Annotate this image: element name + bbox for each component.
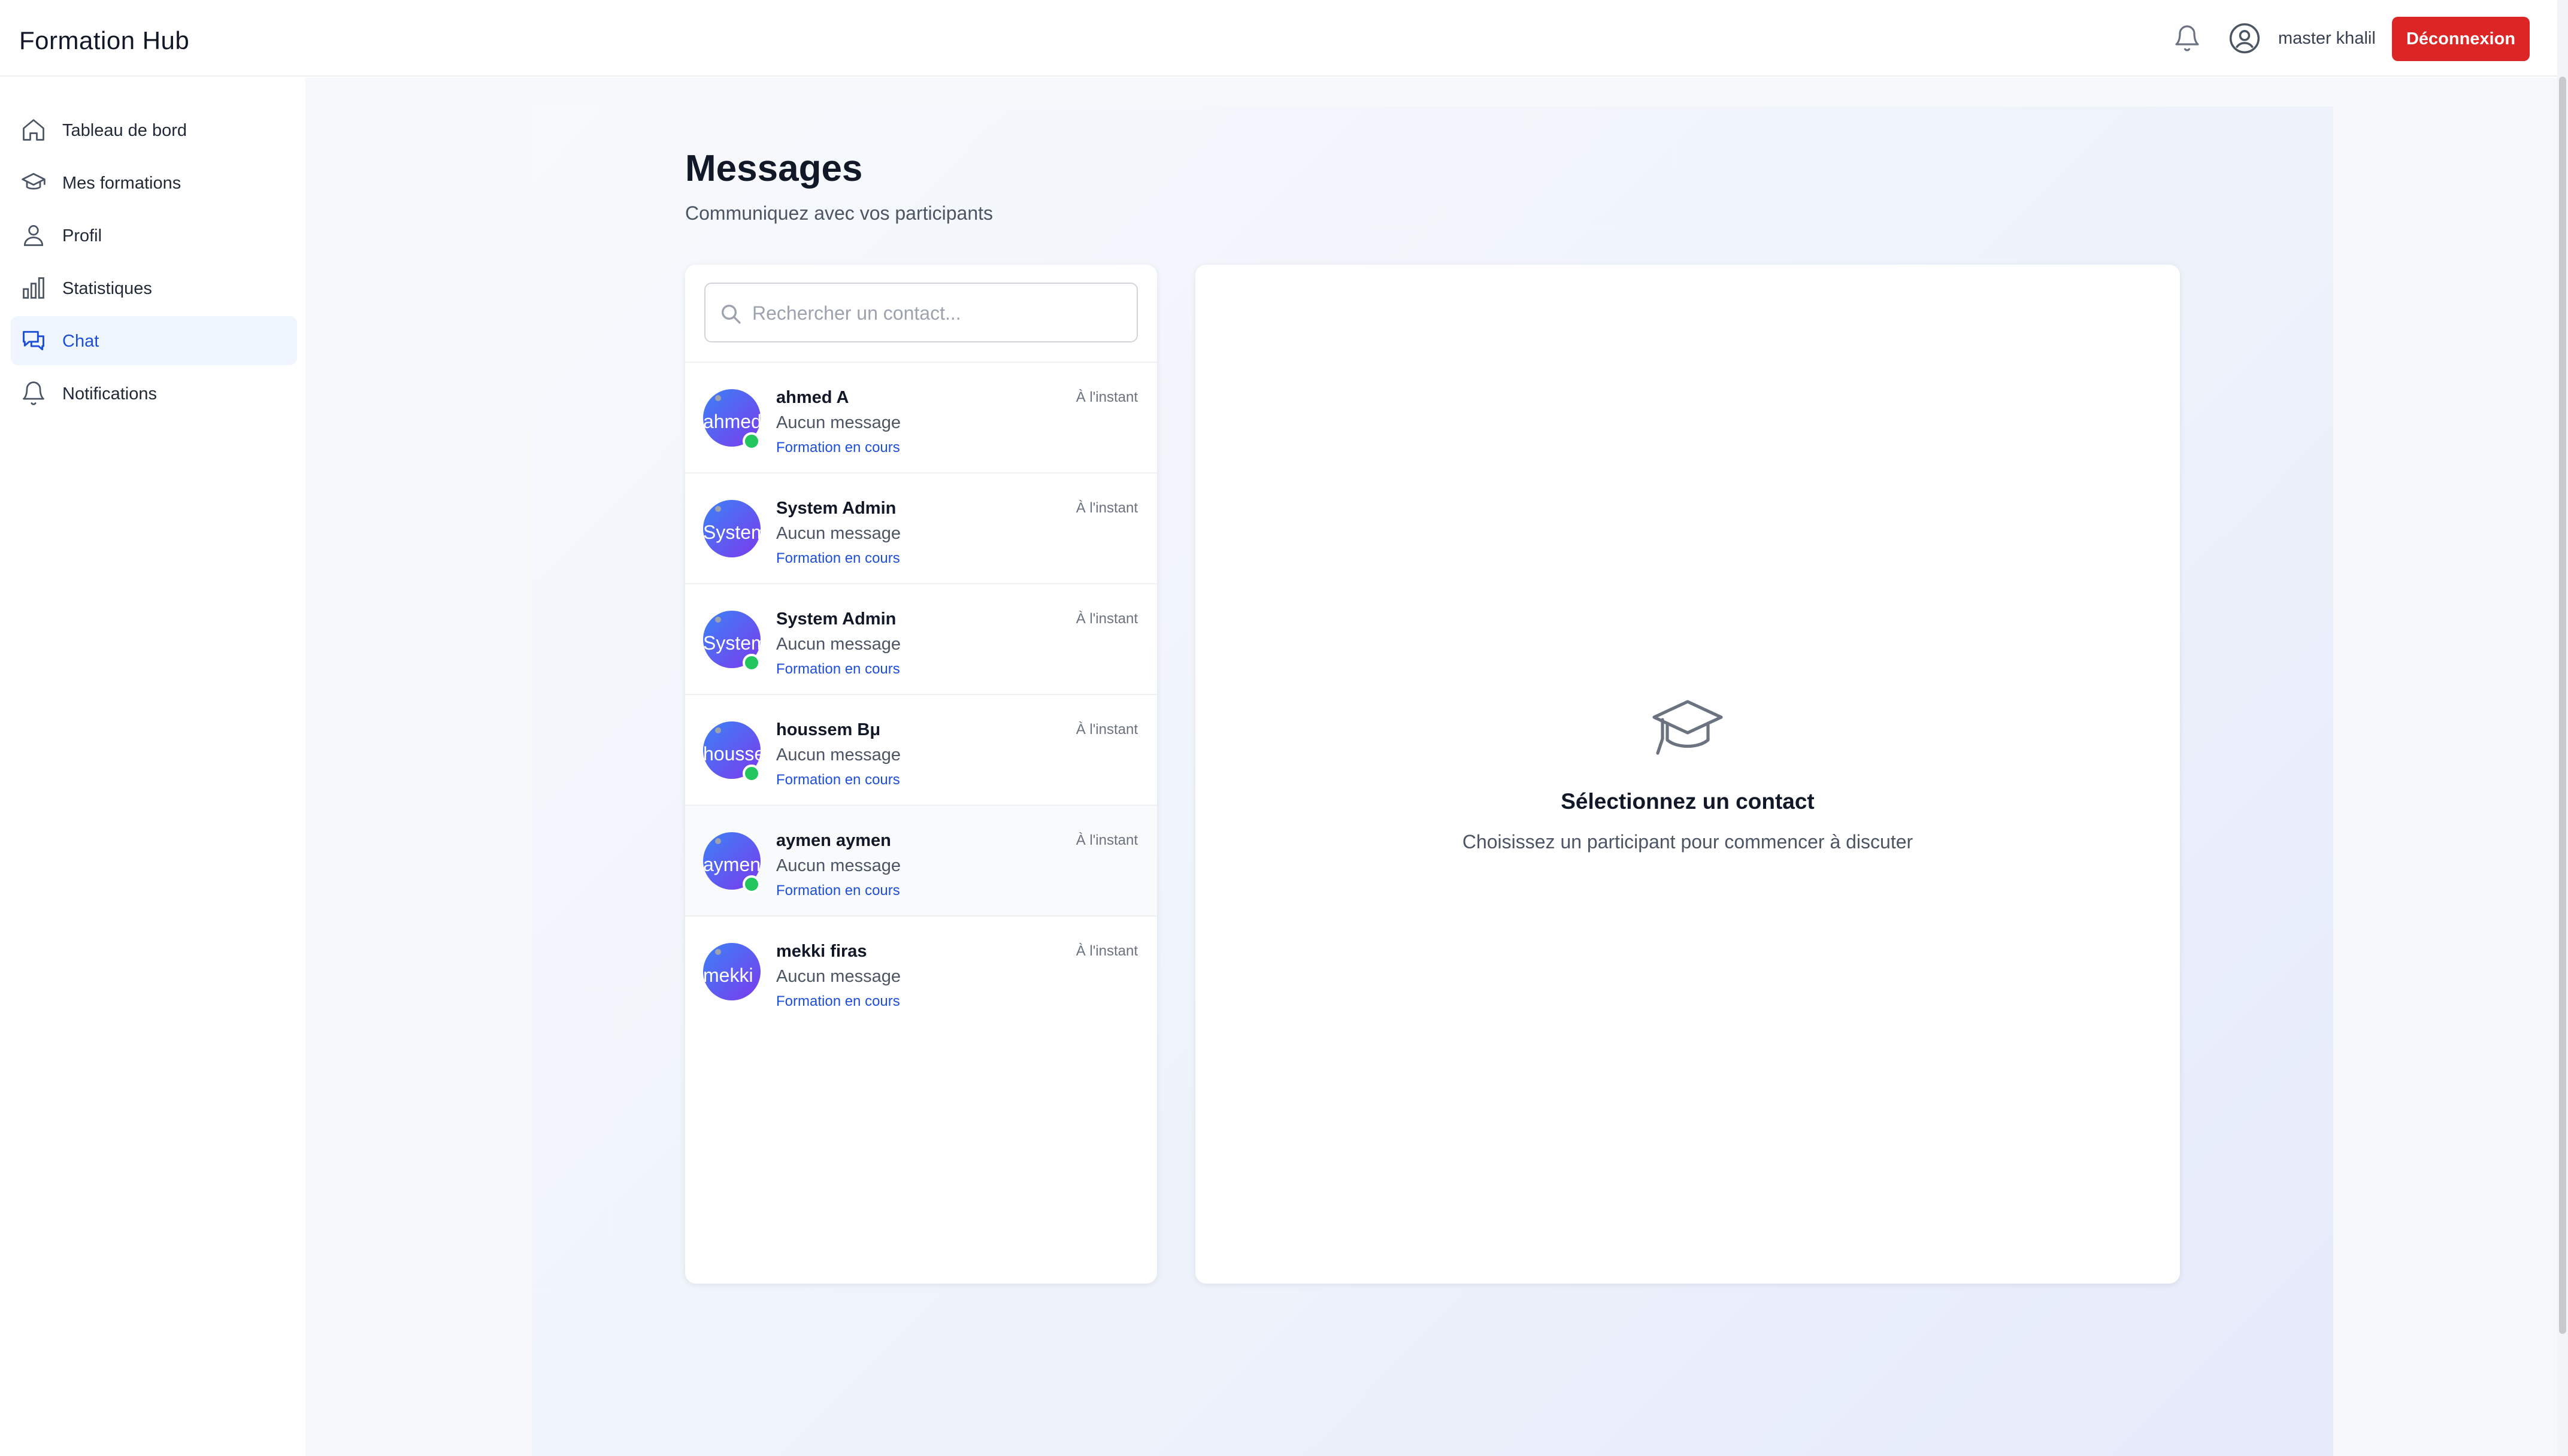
contact-last-message: Aucun message [776, 745, 901, 765]
scrollbar-thumb[interactable] [2559, 77, 2566, 1334]
search-input[interactable] [752, 297, 1124, 329]
sidebar-item-profile[interactable]: Profil [11, 211, 297, 260]
user-name: master khalil [2278, 29, 2376, 48]
home-icon [23, 119, 44, 141]
avatar: System [703, 500, 761, 557]
sidebar-item-label: Tableau de bord [62, 121, 187, 140]
contact-time: À l'instant [1076, 611, 1138, 627]
scrollbar[interactable] [2557, 0, 2568, 1456]
online-status-indicator [743, 654, 761, 672]
contact-list-panel: ahmed ahmed A À l'instant Aucun message … [685, 265, 1157, 1284]
empty-state-title: Sélectionnez un contact [1561, 789, 1815, 814]
avatar: mekki [703, 943, 761, 1000]
contact-name: mekki firas [776, 942, 867, 961]
sidebar-item-dashboard[interactable]: Tableau de bord [11, 105, 297, 154]
avatar-alt-text: ahmed [703, 411, 761, 432]
sidebar-item-my-trainings[interactable]: Mes formations [11, 158, 297, 207]
bell-icon [23, 381, 44, 405]
contact-item[interactable]: houssem houssem Bμ À l'instant Aucun mes… [685, 695, 1157, 806]
sidebar-item-statistics[interactable]: Statistiques [11, 263, 297, 313]
broken-image-icon [715, 838, 721, 844]
contact-training-status: Formation en cours [776, 772, 900, 788]
empty-state-subtitle: Choisissez un participant pour commencer… [1462, 831, 1913, 853]
contact-time: À l'instant [1076, 500, 1138, 516]
contact-list: ahmed ahmed A À l'instant Aucun message … [685, 363, 1157, 1027]
contact-training-status: Formation en cours [776, 661, 900, 677]
graduation-cap-icon [1652, 700, 1723, 755]
sidebar-item-notifications[interactable]: Notifications [11, 369, 297, 418]
contact-last-message: Aucun message [776, 524, 901, 543]
contact-item[interactable]: System System Admin À l'instant Aucun me… [685, 584, 1157, 695]
page-subtitle: Communiquez avec vos participants [685, 202, 994, 224]
user-icon [23, 225, 44, 246]
online-status-indicator [743, 765, 761, 782]
online-status-indicator [743, 432, 761, 450]
online-status-indicator [743, 875, 761, 893]
avatar-alt-text: mekki [703, 964, 753, 986]
contact-time: À l'instant [1076, 832, 1138, 848]
contact-last-message: Aucun message [776, 967, 901, 986]
contact-item[interactable]: mekki mekki firas À l'instant Aucun mess… [685, 917, 1157, 1027]
broken-image-icon [715, 506, 721, 512]
contact-name: aymen aymen [776, 831, 891, 850]
chat-icon [23, 330, 44, 351]
bar-chart-icon [23, 277, 44, 299]
avatar-alt-text: aymen [703, 854, 761, 875]
logout-button[interactable]: Déconnexion [2392, 17, 2530, 61]
contact-training-status: Formation en cours [776, 882, 900, 899]
contact-training-status: Formation en cours [776, 993, 900, 1009]
graduation-cap-icon [22, 172, 46, 190]
avatar-alt-text: System [703, 521, 761, 543]
contact-name: houssem Bμ [776, 720, 881, 739]
contact-name: System Admin [776, 499, 897, 518]
sidebar-item-label: Mes formations [62, 174, 181, 193]
sidebar-item-label: Statistiques [62, 279, 152, 298]
page-title: Messages [685, 148, 863, 189]
top-header: Formation Hub master khalil Déconnexion [0, 0, 2557, 77]
contact-item[interactable]: System System Admin À l'instant Aucun me… [685, 474, 1157, 584]
sidebar: Tableau de bord Mes formations Profil St… [0, 77, 305, 1456]
contact-time: À l'instant [1076, 943, 1138, 959]
broken-image-icon [715, 949, 721, 955]
contact-training-status: Formation en cours [776, 550, 900, 566]
sidebar-item-label: Notifications [62, 384, 157, 404]
contact-training-status: Formation en cours [776, 439, 900, 456]
contact-last-message: Aucun message [776, 635, 901, 654]
contact-item[interactable]: ahmed ahmed A À l'instant Aucun message … [685, 363, 1157, 474]
broken-image-icon [715, 395, 721, 401]
contact-name: System Admin [776, 609, 897, 629]
search-icon [722, 305, 741, 324]
broken-image-icon [715, 727, 721, 733]
conversation-panel: Sélectionnez un contact Choisissez un pa… [1195, 265, 2180, 1284]
sidebar-item-chat[interactable]: Chat [11, 316, 297, 365]
sidebar-item-label: Profil [62, 226, 102, 245]
avatar-alt-text: System [703, 632, 761, 654]
sidebar-item-label: Chat [62, 332, 99, 351]
contact-name: ahmed A [776, 388, 849, 407]
contact-time: À l'instant [1076, 721, 1138, 738]
user-avatar-icon[interactable] [2228, 22, 2261, 55]
contact-item[interactable]: aymen aymen aymen À l'instant Aucun mess… [685, 806, 1157, 917]
bell-icon[interactable] [2173, 24, 2201, 53]
broken-image-icon [715, 617, 721, 623]
contact-last-message: Aucun message [776, 856, 901, 875]
app-brand[interactable]: Formation Hub [19, 26, 189, 55]
search-box[interactable] [704, 283, 1138, 342]
contact-time: À l'instant [1076, 389, 1138, 405]
avatar-alt-text: houssem [703, 743, 761, 765]
contact-last-message: Aucun message [776, 413, 901, 432]
